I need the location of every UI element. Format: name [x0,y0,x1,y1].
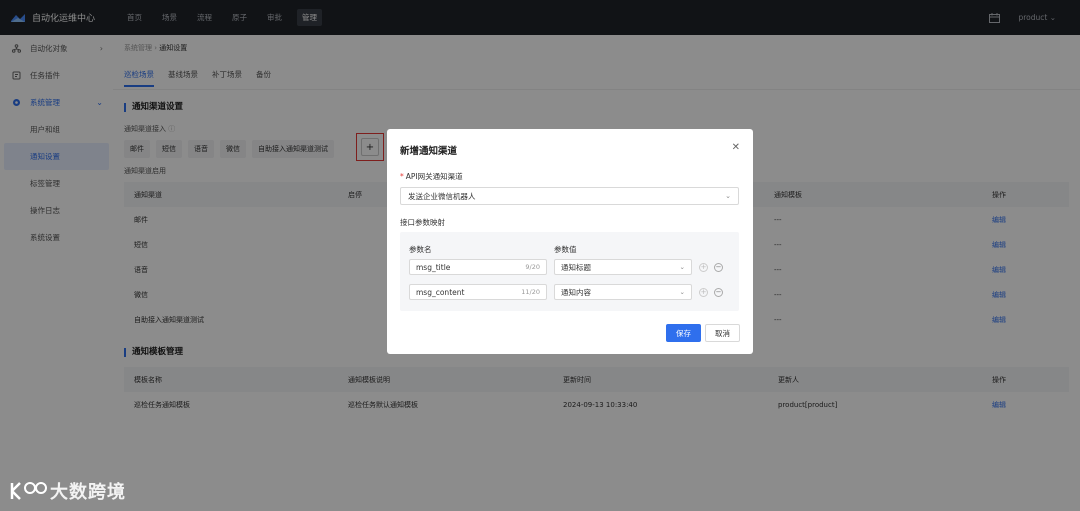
add-row-icon[interactable]: + [699,263,708,272]
char-counter: 11/20 [521,288,540,296]
add-row-icon[interactable]: + [699,288,708,297]
param-value-header: 参数值 [554,245,577,254]
param-name-input[interactable]: msg_title 9/20 [409,259,547,275]
channel-field-label: * API网关通知渠道 [400,171,463,182]
param-name-value: msg_title [416,262,451,272]
chevron-down-icon: ⌄ [679,288,685,296]
remove-row-icon[interactable]: − [714,263,723,272]
watermark-text: 大数跨境 [50,482,126,503]
save-button[interactable]: 保存 [666,324,701,342]
param-value-text: 通知内容 [561,287,591,297]
dialog-title: 新增通知渠道 [400,146,458,157]
watermark-logo-icon [10,482,47,500]
param-mapping-panel: 参数名 参数值 msg_title 9/20 通知标题 ⌄ + − msg_co… [400,232,739,311]
remove-row-icon[interactable]: − [714,288,723,297]
channel-select-value: 发送企业微信机器人 [408,191,476,201]
channel-field-text: API网关通知渠道 [405,172,463,181]
required-mark: * [400,172,404,181]
mapping-label: 接口参数映射 [400,218,445,227]
close-icon[interactable]: ✕ [732,142,740,153]
param-name-value: msg_content [416,287,465,297]
param-name-input[interactable]: msg_content 11/20 [409,284,547,300]
param-name-header: 参数名 [409,245,432,254]
chevron-down-icon: ⌄ [725,192,731,200]
watermark: 大数跨境 [8,478,126,504]
param-value-select[interactable]: 通知内容 ⌄ [554,284,692,300]
char-counter: 9/20 [525,263,540,271]
cancel-button[interactable]: 取消 [705,324,740,342]
param-value-select[interactable]: 通知标题 ⌄ [554,259,692,275]
channel-select[interactable]: 发送企业微信机器人 ⌄ [400,187,739,205]
param-value-text: 通知标题 [561,262,591,272]
chevron-down-icon: ⌄ [679,263,685,271]
add-channel-dialog: 新增通知渠道 ✕ * API网关通知渠道 发送企业微信机器人 ⌄ 接口参数映射 参… [387,129,753,354]
